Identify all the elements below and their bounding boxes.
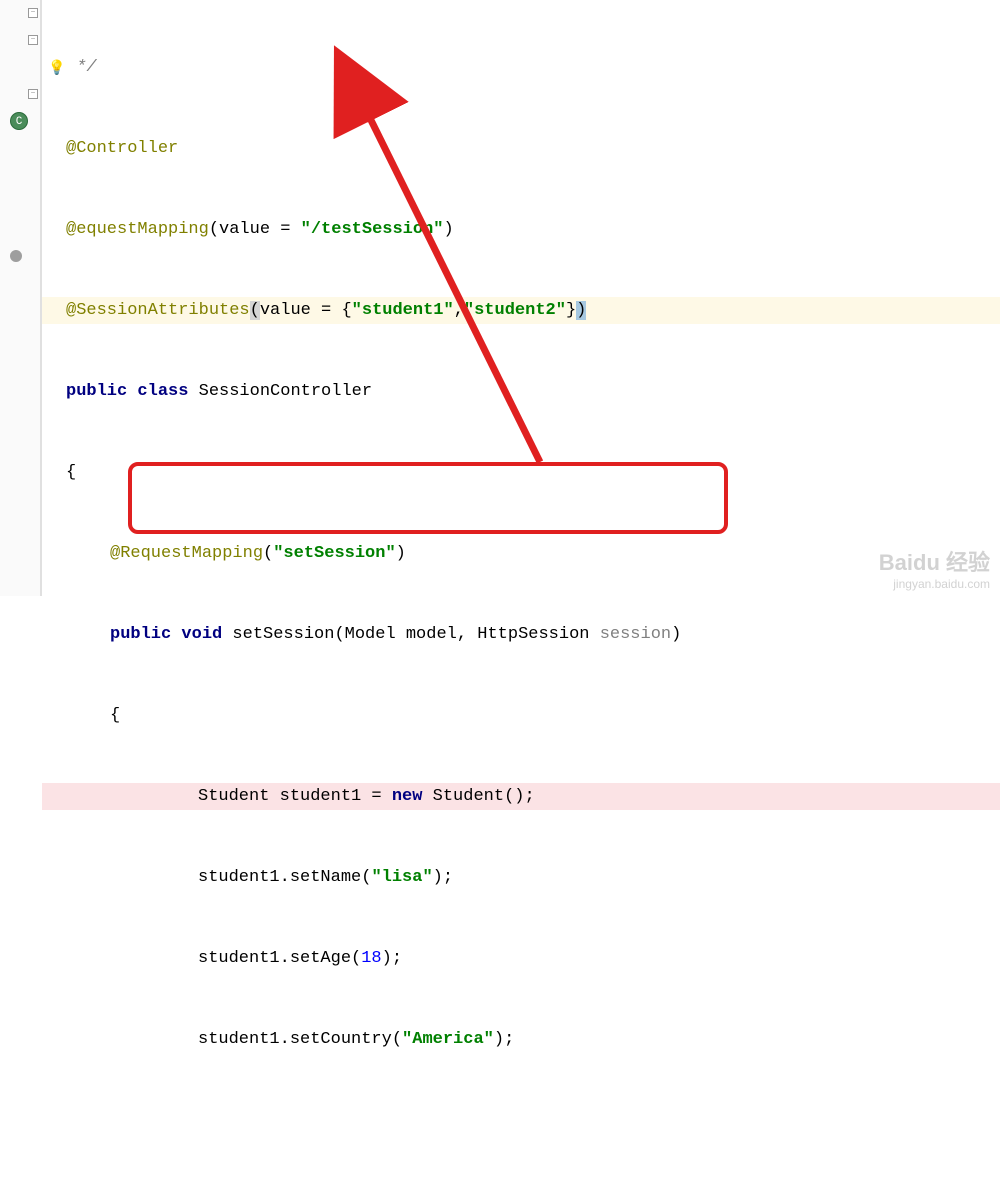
fold-icon[interactable]: − [28, 8, 38, 18]
fold-icon[interactable]: − [28, 35, 38, 45]
annotation: @Controller [66, 139, 178, 158]
class-gutter-icon[interactable]: C [10, 112, 28, 130]
watermark: Baidu 经验 jingyan.baidu.com [879, 545, 990, 591]
comment-text: */ [66, 58, 97, 77]
gutter: − − 💡 − C [0, 0, 42, 596]
fold-icon[interactable]: − [28, 89, 38, 99]
breakpoint-icon[interactable] [10, 250, 22, 262]
highlight-box [128, 462, 728, 534]
